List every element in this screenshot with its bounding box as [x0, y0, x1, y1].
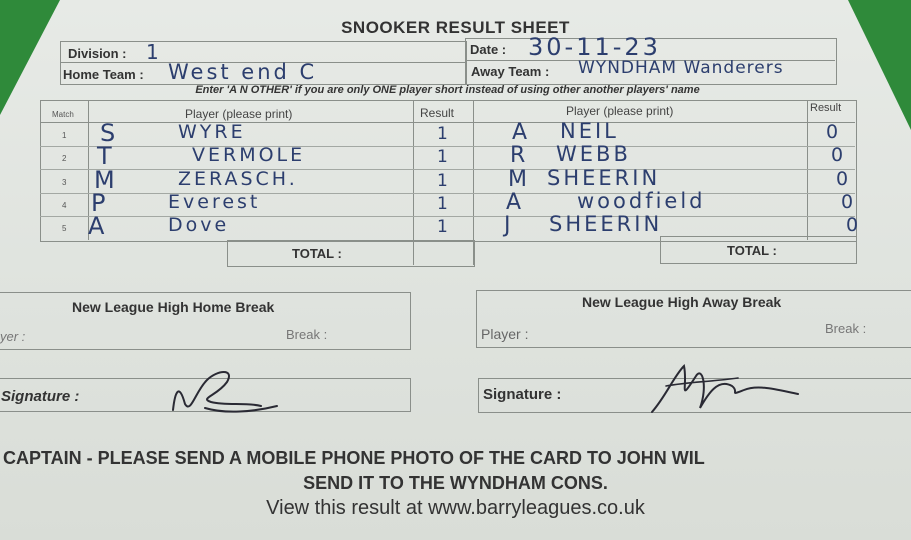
home-signature-label: Signature :	[1, 388, 80, 405]
result-header: Result	[420, 106, 455, 120]
away-signature-label: Signature :	[483, 386, 562, 403]
home-result: 1	[437, 194, 451, 214]
away-break-title: New League High Away Break	[582, 294, 782, 310]
footer-line-2: SEND IT TO THE WYNDHAM CONS.	[303, 473, 608, 493]
home-total-label: TOTAL :	[292, 246, 342, 261]
away-result: 0	[831, 144, 847, 166]
away-team-label: Away Team :	[471, 64, 550, 79]
sheet-title: SNOOKER RESULT SHEET	[341, 18, 570, 37]
away-result: 0	[826, 121, 842, 143]
row-divider	[40, 169, 855, 170]
away-result-header: Result	[810, 102, 842, 114]
away-break-player-label: Player :	[481, 326, 529, 342]
date-value: 30-11-23	[528, 33, 661, 61]
match-number: 1	[62, 131, 67, 140]
instruction-text: Enter 'A N OTHER' if you are only ONE pl…	[195, 84, 700, 96]
home-signature-scribble	[172, 371, 278, 413]
away-player-name: SHEERIN	[549, 212, 663, 236]
home-player-name: Everest	[168, 191, 261, 213]
away-player-initial: A	[506, 190, 525, 215]
division-value: 1	[146, 40, 162, 64]
match-number: 2	[62, 154, 67, 163]
home-break-title: New League High Home Break	[72, 299, 275, 315]
table-header-divider	[40, 122, 855, 123]
home-result: 1	[437, 217, 451, 237]
home-result: 1	[437, 147, 451, 167]
column-divider	[807, 100, 808, 240]
home-total-box	[227, 240, 475, 267]
match-number: 4	[62, 201, 67, 210]
home-player-name: WYRE	[178, 121, 246, 143]
home-player-name: VERMOLE	[192, 144, 306, 166]
match-number: 5	[62, 224, 67, 233]
column-divider	[413, 240, 414, 265]
footer-line-1: CAPTAIN - PLEASE SEND A MOBILE PHONE PHO…	[3, 448, 705, 468]
away-player-name: NEIL	[560, 119, 619, 143]
division-label: Division :	[68, 46, 127, 61]
home-result: 1	[437, 171, 451, 191]
home-team-value: West end C	[168, 60, 318, 84]
away-result: 0	[846, 214, 862, 236]
away-player-initial: M	[508, 167, 530, 192]
away-team-value: WYNDHAM Wanderers	[578, 58, 784, 78]
date-label: Date :	[470, 42, 507, 57]
away-player-initial: R	[510, 143, 529, 168]
away-result: 0	[841, 191, 857, 213]
away-signature-scribble	[651, 363, 799, 413]
away-player-initial: A	[512, 120, 531, 145]
home-break-player-label: yer :	[0, 329, 26, 344]
home-player-initial: A	[88, 212, 108, 240]
match-header: Match	[52, 110, 74, 119]
away-total-label: TOTAL :	[727, 243, 777, 258]
away-player-initial: J	[504, 213, 514, 238]
away-player-name: SHEERIN	[547, 166, 661, 190]
player-header: Player (please print)	[185, 107, 293, 121]
footer-line-3: View this result at www.barryleagues.co.…	[266, 497, 645, 519]
away-result: 0	[836, 168, 852, 190]
home-player-name: ZERASCH.	[178, 168, 298, 190]
away-player-name: WEBB	[556, 142, 631, 166]
away-break-break-label: Break :	[825, 321, 867, 336]
home-result: 1	[437, 124, 451, 144]
home-team-label: Home Team :	[63, 67, 144, 82]
match-number: 3	[62, 178, 67, 187]
away-player-name: woodfield	[577, 189, 706, 213]
home-break-break-label: Break :	[286, 327, 328, 342]
away-player-header: Player (please print)	[566, 104, 674, 118]
home-player-name: Dove	[168, 214, 230, 236]
